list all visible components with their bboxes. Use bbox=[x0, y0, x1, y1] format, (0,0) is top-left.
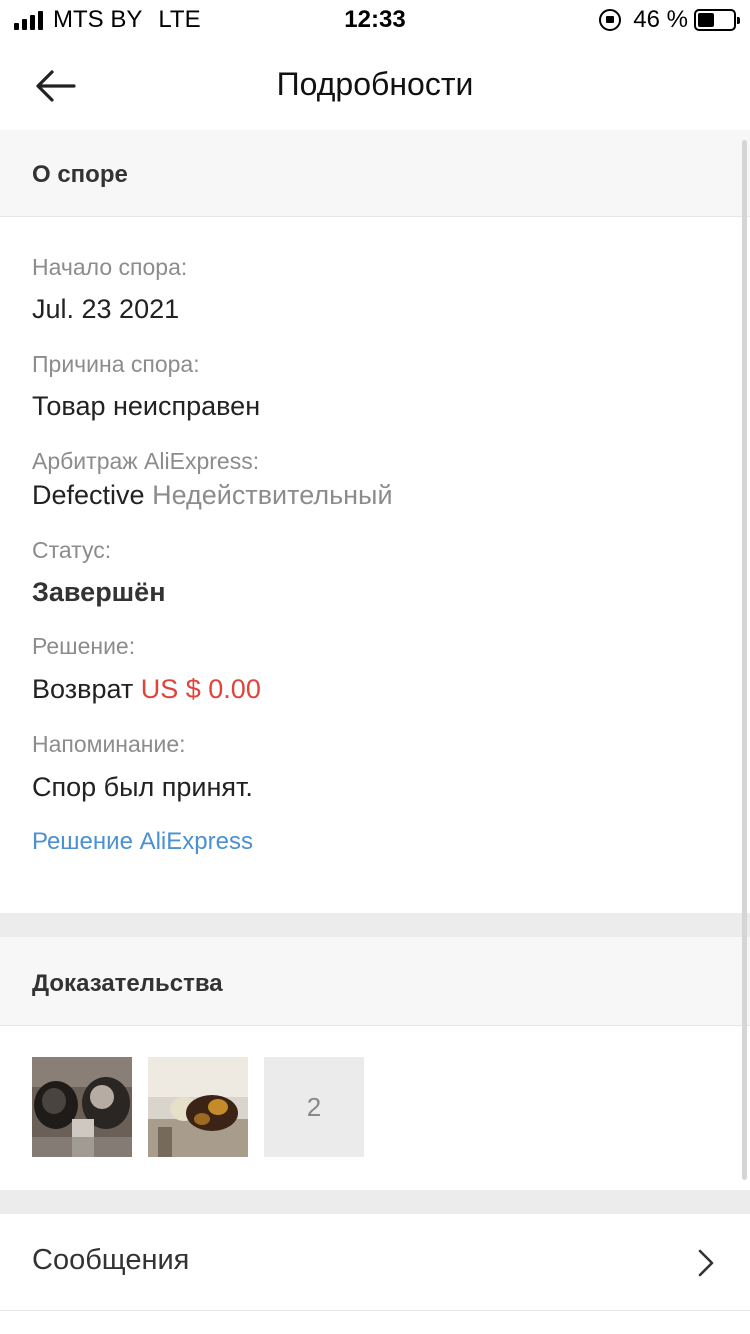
aliexpress-decision-link[interactable]: Решение AliExpress bbox=[32, 828, 253, 856]
status-value: Завершён bbox=[32, 577, 166, 607]
rotation-lock-icon bbox=[599, 9, 622, 31]
evidence-photo-1[interactable] bbox=[32, 1057, 132, 1157]
dispute-reason-label: Причина спора: bbox=[32, 351, 200, 377]
chevron-right-icon bbox=[698, 1249, 714, 1277]
nav-header: Подробности bbox=[0, 44, 750, 128]
dispute-section-title: О споре bbox=[32, 161, 128, 188]
back-button[interactable] bbox=[30, 64, 80, 108]
page-title: Подробности bbox=[276, 66, 474, 102]
arrow-left-icon bbox=[36, 70, 76, 102]
arbitration-value: Defective bbox=[32, 480, 145, 510]
dispute-start-value: Jul. 23 2021 bbox=[32, 294, 180, 324]
reminder-value: Спор был принят. bbox=[32, 772, 253, 802]
dispute-reason-value: Товар неисправен bbox=[32, 391, 261, 421]
evidence-more-button[interactable]: 2 bbox=[264, 1057, 364, 1157]
decision-value-row: Возврат US $ 0.00 bbox=[32, 674, 261, 705]
decision-label: Решение: bbox=[32, 633, 136, 659]
decision-value: Возврат bbox=[32, 674, 134, 704]
battery-icon bbox=[694, 9, 740, 31]
evidence-photo-2[interactable] bbox=[148, 1057, 248, 1157]
status-bar: MTS BY LTE 12:33 46 % bbox=[0, 0, 750, 44]
section-divider bbox=[0, 913, 750, 937]
arbitration-note: Недействительный bbox=[152, 480, 393, 510]
evidence-section-header: Доказательства bbox=[0, 937, 750, 1026]
messages-row[interactable]: Сообщения bbox=[0, 1214, 750, 1311]
section-divider bbox=[0, 1190, 750, 1214]
messages-label: Сообщения bbox=[32, 1244, 190, 1276]
battery-percent: 46 % bbox=[633, 6, 688, 33]
arbitration-value-row: Defective Недействительный bbox=[32, 480, 393, 511]
arbitration-label: Арбитраж AliExpress: bbox=[32, 448, 260, 474]
reminder-label: Напоминание: bbox=[32, 731, 186, 757]
dispute-start-label: Начало спора: bbox=[32, 254, 188, 280]
dispute-section-header: О споре bbox=[0, 130, 750, 217]
evidence-section-title: Доказательства bbox=[32, 970, 223, 997]
scrollbar[interactable] bbox=[742, 140, 747, 1180]
battery-level bbox=[698, 13, 714, 27]
status-label: Статус: bbox=[32, 537, 112, 563]
status-bar-right: 46 % bbox=[599, 6, 740, 34]
refund-amount: US $ 0.00 bbox=[140, 674, 261, 704]
